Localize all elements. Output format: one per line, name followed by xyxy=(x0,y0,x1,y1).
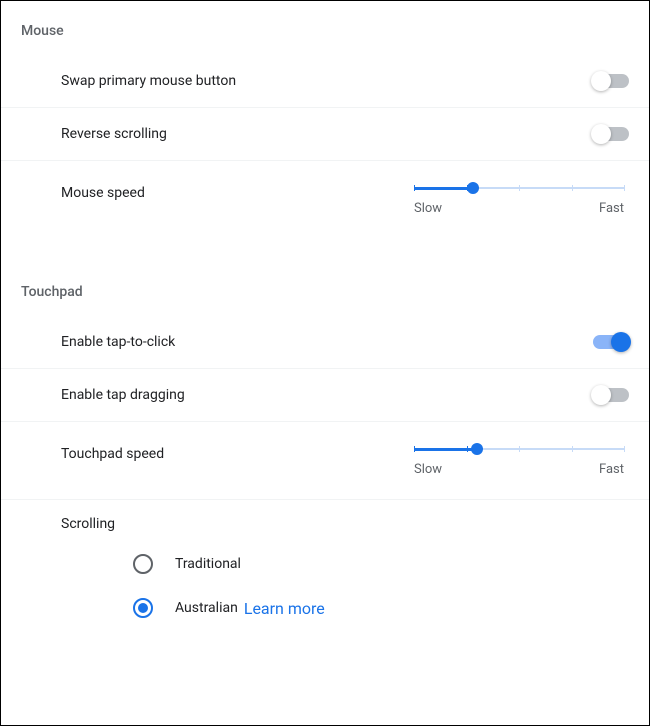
scrolling-traditional-row[interactable]: Traditional xyxy=(1,542,649,586)
mouse-speed-slider[interactable] xyxy=(414,181,624,195)
slider-thumb[interactable] xyxy=(471,443,483,455)
swap-primary-mouse-toggle[interactable] xyxy=(593,74,629,88)
swap-primary-mouse-label: Swap primary mouse button xyxy=(61,73,236,89)
scrolling-traditional-label: Traditional xyxy=(175,556,241,572)
slider-track-fill xyxy=(414,448,477,451)
scrolling-label: Scrolling xyxy=(1,500,649,542)
slow-label: Slow xyxy=(414,462,442,477)
touchpad-speed-slider[interactable] xyxy=(414,442,624,456)
mouse-speed-slider-block: Slow Fast xyxy=(414,181,629,216)
tap-dragging-toggle[interactable] xyxy=(593,388,629,402)
fast-label: Fast xyxy=(599,462,624,477)
mouse-speed-row: Mouse speed Slow Fast xyxy=(1,161,649,238)
touchpad-speed-label: Touchpad speed xyxy=(61,442,164,462)
swap-primary-mouse-row: Swap primary mouse button xyxy=(1,55,649,108)
mouse-section-header: Mouse xyxy=(1,19,649,55)
toggle-knob xyxy=(591,71,611,91)
scrolling-traditional-radio[interactable] xyxy=(133,554,153,574)
tap-to-click-label: Enable tap-to-click xyxy=(61,334,175,350)
touchpad-section-header: Touchpad xyxy=(1,280,649,316)
mouse-speed-label: Mouse speed xyxy=(61,181,145,201)
tap-dragging-row: Enable tap dragging xyxy=(1,369,649,422)
mouse-speed-slider-labels: Slow Fast xyxy=(414,201,624,216)
toggle-knob xyxy=(591,124,611,144)
touchpad-speed-slider-labels: Slow Fast xyxy=(414,462,624,477)
touchpad-speed-slider-block: Slow Fast xyxy=(414,442,629,477)
slider-track-fill xyxy=(414,187,473,190)
reverse-scrolling-toggle[interactable] xyxy=(593,127,629,141)
tap-to-click-toggle[interactable] xyxy=(593,335,629,349)
slider-thumb[interactable] xyxy=(467,182,479,194)
toggle-knob xyxy=(591,385,611,405)
reverse-scrolling-row: Reverse scrolling xyxy=(1,108,649,161)
scrolling-australian-row[interactable]: Australian Learn more xyxy=(1,586,649,630)
scrolling-australian-radio[interactable] xyxy=(133,598,153,618)
slow-label: Slow xyxy=(414,201,442,216)
fast-label: Fast xyxy=(599,201,624,216)
toggle-knob xyxy=(611,332,631,352)
learn-more-link[interactable]: Learn more xyxy=(244,599,325,618)
tap-to-click-row: Enable tap-to-click xyxy=(1,316,649,369)
touchpad-speed-row: Touchpad speed Slow Fast xyxy=(1,422,649,500)
reverse-scrolling-label: Reverse scrolling xyxy=(61,126,167,142)
scrolling-australian-label: Australian xyxy=(175,600,238,616)
tap-dragging-label: Enable tap dragging xyxy=(61,387,185,403)
